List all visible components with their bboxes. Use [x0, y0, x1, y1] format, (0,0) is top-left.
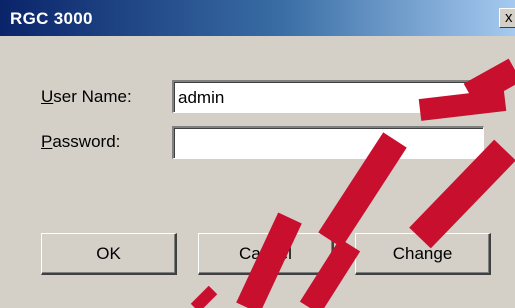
watermark-stroke-a [190, 285, 218, 308]
username-value: admin [178, 88, 225, 107]
username-label: User Name: [41, 87, 132, 107]
window-title: RGC 3000 [10, 9, 93, 28]
title-bar[interactable]: RGC 3000 [0, 0, 515, 36]
password-label-accelerator: P [41, 132, 53, 151]
password-label: Password: [41, 132, 120, 152]
password-label-text: assword: [52, 132, 121, 151]
cancel-button[interactable]: Cancel [198, 233, 334, 275]
close-button[interactable]: x [499, 8, 515, 28]
username-label-accelerator: U [41, 87, 54, 106]
watermark-stroke-e [409, 139, 515, 249]
change-button[interactable]: Change [355, 233, 491, 275]
username-label-text: ser Name: [53, 87, 132, 106]
close-icon: x [505, 9, 513, 26]
ok-button[interactable]: OK [41, 233, 177, 275]
login-dialog: RGC 3000 x User Name: admin Password: OK… [0, 0, 515, 308]
username-field[interactable]: admin [172, 80, 484, 113]
password-field[interactable] [172, 126, 484, 159]
